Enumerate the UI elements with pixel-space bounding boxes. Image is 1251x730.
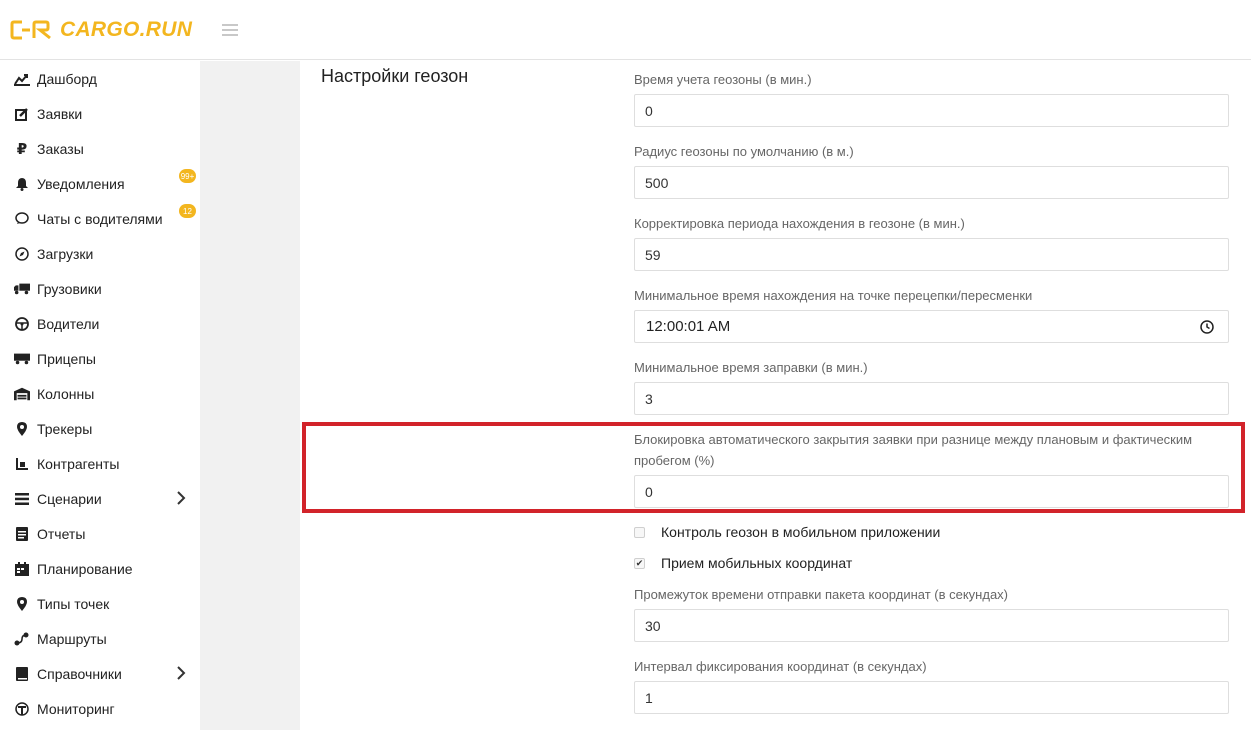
sidebar-item-label: Мониторинг xyxy=(37,700,115,717)
auto-close-block-label: Блокировка автоматического закрытия заяв… xyxy=(634,432,1193,468)
sidebar-item-reports[interactable]: Отчеты xyxy=(0,516,200,551)
sidebar-item-contractors[interactable]: Контрагенты xyxy=(0,446,200,481)
sidebar-item-columns[interactable]: Колонны xyxy=(0,376,200,411)
trailer-icon xyxy=(14,351,30,367)
section-title: Настройки геозон xyxy=(321,66,469,86)
content-gutter xyxy=(200,61,300,730)
sidebar-item-trailers[interactable]: Прицепы xyxy=(0,341,200,376)
sidebar-item-label: Заказы xyxy=(37,140,84,157)
notifications-badge: 99+ xyxy=(179,169,196,183)
sidebar-item-trucks[interactable]: Грузовики xyxy=(0,271,200,306)
mobile-coords-checkbox-row[interactable]: ✔ Прием мобильных координат xyxy=(634,554,852,572)
chats-badge: 12 xyxy=(179,204,196,218)
map-marker-icon xyxy=(14,421,30,437)
mobile-coords-label: Прием мобильных координат xyxy=(661,555,853,571)
sidebar-item-label: Заявки xyxy=(37,105,83,122)
cargo-logo-icon xyxy=(10,20,51,40)
geozone-radius-label: Радиус геозоны по умолчанию (в м.) xyxy=(634,144,854,159)
geozone-control-checkbox-row[interactable]: Контроль геозон в мобильном приложении xyxy=(634,523,940,541)
geozone-control-label: Контроль геозон в мобильном приложении xyxy=(661,524,941,540)
clock-icon[interactable] xyxy=(1200,320,1214,334)
sidebar-item-scenarios[interactable]: Сценарии xyxy=(0,481,200,516)
sidebar-item-label: Загрузки xyxy=(37,245,94,262)
monitoring-icon xyxy=(14,701,30,717)
mobile-coords-checkbox[interactable]: ✔ xyxy=(634,557,645,569)
sidebar-item-label: Маршруты xyxy=(37,630,107,647)
sidebar-item-notifications[interactable]: Уведомления 99+ xyxy=(0,166,200,201)
book-icon xyxy=(14,666,30,682)
min-time-point-label: Минимальное время нахождения на точке пе… xyxy=(634,288,1033,303)
sidebar-item-label: Дашборд xyxy=(37,70,97,87)
sidebar-item-references[interactable]: Справочники xyxy=(0,656,200,691)
dashboard-icon xyxy=(14,71,30,87)
top-header: CARGO.RUN xyxy=(0,0,1251,60)
period-correction-label: Корректировка периода нахождения в геозо… xyxy=(634,216,965,231)
geozone-time-input[interactable] xyxy=(634,94,1229,127)
sidebar-item-drivers[interactable]: Водители xyxy=(0,306,200,341)
sidebar-item-label: Грузовики xyxy=(37,280,102,297)
sidebar-item-label: Уведомления xyxy=(37,175,125,192)
ruble-icon: ₽ xyxy=(16,140,28,158)
list-icon xyxy=(14,491,30,507)
hamburger-icon[interactable] xyxy=(222,24,238,36)
period-correction-input[interactable] xyxy=(634,238,1229,271)
fix-interval-label: Интервал фиксирования координат (в секун… xyxy=(634,659,927,674)
sidebar-item-chats[interactable]: Чаты с водителями 12 xyxy=(0,201,200,236)
warehouse-icon xyxy=(14,386,30,402)
geozone-control-checkbox[interactable] xyxy=(634,526,645,538)
sidebar-item-label: Прицепы xyxy=(37,350,96,367)
sidebar-item-label: Водители xyxy=(37,315,100,332)
geozone-radius-input[interactable] xyxy=(634,166,1229,199)
sidebar-item-label: Типы точек xyxy=(37,595,110,612)
sidebar-item-label: Планирование xyxy=(37,560,133,577)
bell-icon xyxy=(14,176,30,192)
calendar-icon xyxy=(14,561,30,577)
dolly-icon xyxy=(14,456,30,472)
min-time-point-input[interactable]: 12:00:01 AM xyxy=(634,310,1229,343)
sidebar-item-label: Отчеты xyxy=(37,525,86,542)
sidebar-item-routes[interactable]: Маршруты xyxy=(0,621,200,656)
route-icon xyxy=(14,631,30,647)
min-refuel-time-label: Минимальное время заправки (в мин.) xyxy=(634,360,868,375)
steering-wheel-icon xyxy=(14,316,30,332)
auto-close-block-input[interactable] xyxy=(634,475,1229,508)
sidebar-item-dashboard[interactable]: Дашборд xyxy=(0,61,200,96)
chevron-right-icon[interactable] xyxy=(176,491,186,505)
sidebar-item-monitoring[interactable]: Мониторинг xyxy=(0,691,200,726)
sidebar: Дашборд Заявки ₽ Заказы Уведомления 99+ … xyxy=(0,61,200,730)
logo-text: CARGO.RUN xyxy=(60,18,193,41)
report-icon xyxy=(14,526,30,542)
chevron-right-icon[interactable] xyxy=(176,666,186,680)
sidebar-item-orders[interactable]: ₽ Заказы xyxy=(0,131,200,166)
truck-icon xyxy=(14,281,30,297)
sidebar-item-requests[interactable]: Заявки xyxy=(0,96,200,131)
sidebar-item-label: Контрагенты xyxy=(37,455,120,472)
sidebar-item-trackers[interactable]: Трекеры xyxy=(0,411,200,446)
sidebar-item-label: Сценарии xyxy=(37,490,102,507)
sidebar-item-point-types[interactable]: Типы точек xyxy=(0,586,200,621)
sidebar-item-label: Чаты с водителями xyxy=(37,210,163,227)
send-interval-label: Промежуток времени отправки пакета коорд… xyxy=(634,587,1009,602)
chat-icon xyxy=(14,211,30,227)
sidebar-item-label: Справочники xyxy=(37,665,122,682)
min-refuel-time-input[interactable] xyxy=(634,382,1229,415)
edit-icon xyxy=(14,106,30,122)
sidebar-item-label: Трекеры xyxy=(37,420,93,437)
send-interval-input[interactable] xyxy=(634,609,1229,642)
settings-panel: Настройки геозон Время учета геозоны (в … xyxy=(300,61,1251,730)
logo[interactable]: CARGO.RUN xyxy=(10,16,192,44)
sidebar-item-loadings[interactable]: Загрузки xyxy=(0,236,200,271)
sidebar-item-label: Колонны xyxy=(37,385,95,402)
compass-icon xyxy=(14,246,30,262)
geozone-time-label: Время учета геозоны (в мин.) xyxy=(634,72,812,87)
fix-interval-input[interactable] xyxy=(634,681,1229,714)
time-value: 12:00:01 AM xyxy=(646,318,731,335)
sidebar-item-planning[interactable]: Планирование xyxy=(0,551,200,586)
map-marker-icon xyxy=(14,596,30,612)
